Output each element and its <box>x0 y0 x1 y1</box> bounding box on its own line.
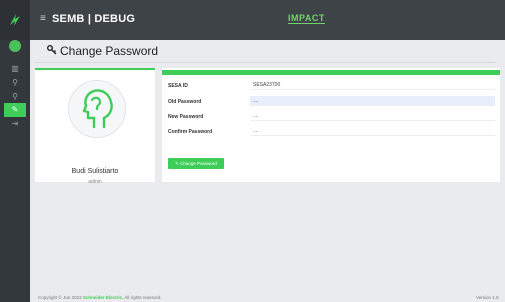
schneider-logo-icon <box>10 14 20 26</box>
main-content: Change Password Budi Sulistiarto admin S… <box>30 40 505 302</box>
company-link[interactable]: Schneider Electric. <box>83 295 124 300</box>
profile-card: Budi Sulistiarto admin <box>35 68 155 185</box>
sidebar-user-avatar[interactable] <box>9 40 21 52</box>
change-password-button-label: Change Password <box>180 161 217 166</box>
copyright-suffix: All rights reserved. <box>124 295 162 300</box>
sign-out-icon[interactable]: ⇥ <box>0 117 30 131</box>
version-label: Version 1.0 <box>476 295 499 300</box>
hamburger-icon[interactable]: ≡ <box>40 13 46 24</box>
search-icon[interactable]: ⚲ <box>0 90 30 104</box>
change-password-form: SESA ID SESA23700 Old Password .... New … <box>162 68 500 182</box>
copyright-prefix: Copyright © Jun 2023 <box>38 295 82 300</box>
user-head-icon <box>82 89 113 129</box>
app-title: SEMB | DEBUG <box>52 13 136 25</box>
user-name: Budi Sulistiarto <box>71 168 119 175</box>
old-password-input[interactable]: .... <box>250 96 495 106</box>
title-divider <box>35 62 495 63</box>
avatar <box>68 80 126 138</box>
new-password-label: New Password <box>168 114 204 120</box>
footer-copyright: Copyright © Jun 2023 Schneider Electric.… <box>38 295 162 300</box>
sesa-id-field: SESA23700 <box>250 80 495 90</box>
user-role: admin <box>88 179 102 185</box>
form-header-strip <box>162 70 500 75</box>
change-password-button[interactable]: ✎ Change Password <box>168 158 224 169</box>
confirm-password-label: Confirm Password <box>168 129 213 135</box>
sidebar: ▥ ⚲ ⚲ ✎ ⇥ <box>0 40 30 302</box>
key-icon: ✎ <box>175 161 179 166</box>
old-password-label: Old Password <box>168 99 202 105</box>
wrench-icon[interactable]: ✎ <box>4 103 26 117</box>
top-bar: ≡ SEMB | DEBUG IMPACT <box>0 0 505 40</box>
page-title: Change Password <box>47 44 158 58</box>
search-icon[interactable]: ⚲ <box>0 76 30 90</box>
confirm-password-input[interactable]: .... <box>250 126 495 136</box>
key-icon <box>47 44 57 58</box>
brand-logo: IMPACT <box>288 13 325 24</box>
app-logo[interactable] <box>0 0 30 40</box>
new-password-input[interactable]: .... <box>250 111 495 121</box>
chart-icon[interactable]: ▥ <box>0 62 30 76</box>
page-title-text: Change Password <box>60 44 159 58</box>
sesa-id-label: SESA ID <box>168 83 188 89</box>
